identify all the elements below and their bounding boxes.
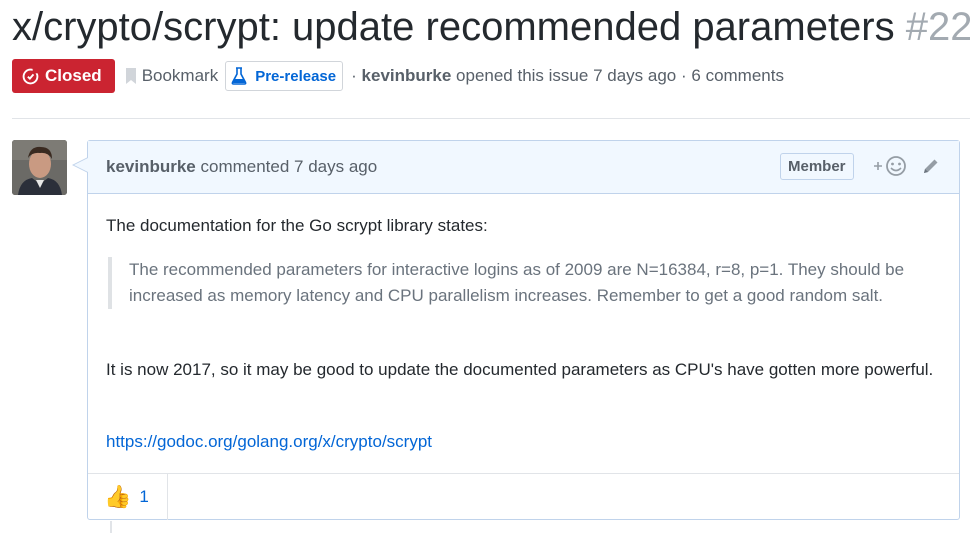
comment-header: kevinburke commented 7 days ago Member: [72, 141, 959, 194]
pencil-icon: [924, 159, 938, 173]
issue-author-link[interactable]: kevinburke: [362, 66, 452, 85]
comment-intro: The documentation for the Go scrypt libr…: [106, 216, 488, 235]
timeline-line: [110, 521, 112, 533]
issue-meta: Closed Bookmark Pre-release · kevinburke…: [12, 59, 784, 93]
thumbs-up-icon: 👍: [104, 484, 132, 509]
comment-caret-inner: [74, 158, 88, 172]
comments-count: 6 comments: [691, 66, 784, 85]
issue-comment: kevinburke commented 7 days ago Member T…: [72, 140, 960, 520]
issue-closed-icon: [22, 68, 39, 84]
reactions-bar: 👍 1: [88, 473, 959, 520]
avatar-image: [12, 140, 67, 195]
separator: ·: [351, 66, 357, 85]
add-reaction-icon: [874, 156, 906, 176]
bookmark-icon: [125, 68, 136, 84]
beaker-icon: [231, 67, 247, 85]
label-text: Pre-release: [255, 67, 337, 85]
edit-comment-button[interactable]: [922, 157, 940, 180]
issue-title-text: x/crypto/scrypt: update recommended para…: [12, 5, 895, 49]
scrypt-docs-link[interactable]: https://godoc.org/golang.org/x/crypto/sc…: [106, 429, 432, 455]
state-label: Closed: [45, 66, 102, 85]
bookmark-button[interactable]: Bookmark: [125, 66, 219, 86]
header-divider: [12, 118, 970, 119]
thumbs-up-reaction[interactable]: 👍 1: [88, 474, 168, 520]
issue-title: x/crypto/scrypt: update recommended para…: [12, 2, 970, 52]
comment-time[interactable]: commented 7 days ago: [201, 157, 378, 176]
comment-author-link[interactable]: kevinburke: [106, 157, 196, 176]
opened-text: opened this issue 7 days ago: [456, 66, 677, 85]
comment-paragraph: It is now 2017, so it may be good to upd…: [106, 360, 934, 379]
reaction-count: 1: [139, 487, 149, 506]
issue-number: #220: [905, 5, 970, 49]
comment-header-text: kevinburke commented 7 days ago: [106, 157, 377, 177]
label-pre-release[interactable]: Pre-release: [225, 61, 344, 91]
avatar[interactable]: [12, 140, 67, 195]
add-reaction-button[interactable]: [872, 155, 908, 177]
state-badge: Closed: [12, 59, 115, 93]
issue-meta-text: · kevinburke opened this issue 7 days ag…: [351, 66, 784, 86]
bookmark-label: Bookmark: [141, 66, 219, 85]
member-badge: Member: [780, 153, 854, 180]
separator: ·: [680, 66, 687, 85]
comment-blockquote: The recommended parameters for interacti…: [108, 257, 929, 309]
